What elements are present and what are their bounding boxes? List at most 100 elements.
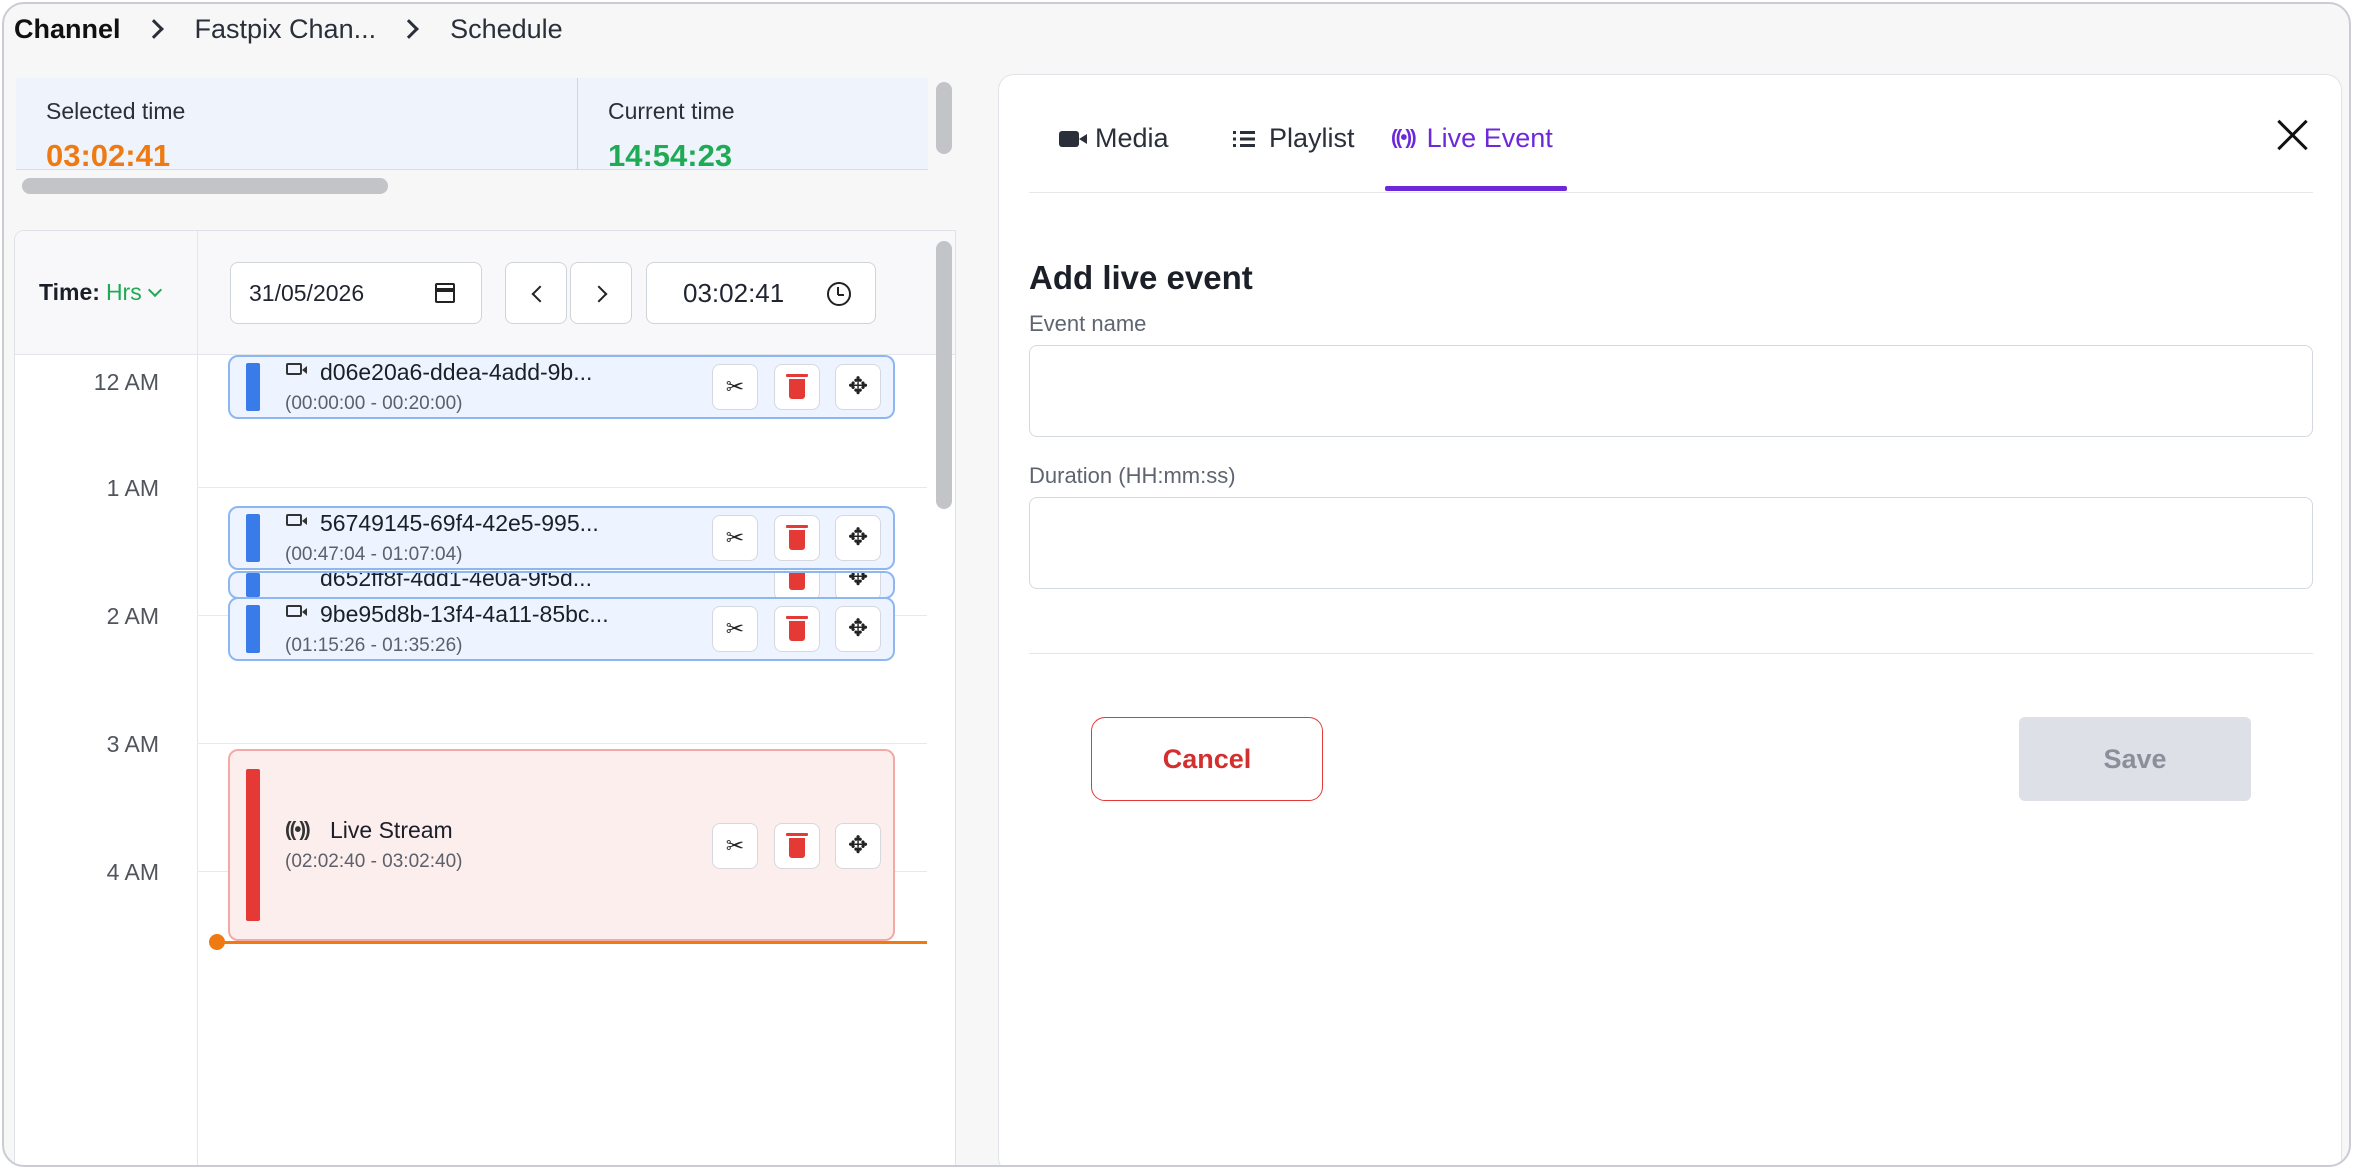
event-title: Live Stream [330, 817, 453, 843]
schedule-event[interactable]: d652ff8f-4dd1-4e0a-9f5d... ✥ [228, 571, 895, 599]
move-icon: ✥ [847, 615, 869, 642]
move-icon: ✥ [847, 832, 869, 859]
selected-time-cell: Selected time 03:02:41 [16, 78, 578, 173]
schedule-event[interactable]: 9be95d8b-13f4-4a11-85bc... (01:15:26 - 0… [228, 597, 895, 661]
trash-icon [789, 573, 805, 590]
live-stream-event[interactable]: ((•)) Live Stream (02:02:40 - 03:02:40) … [228, 749, 895, 941]
time-picker-input[interactable]: 03:02:41 [646, 262, 876, 324]
breadcrumb-channel-name[interactable]: Fastpix Chan... [195, 14, 377, 45]
cut-button[interactable]: ✂ [712, 364, 758, 410]
current-time-value: 14:54:23 [608, 138, 733, 173]
tab-media[interactable]: Media [1059, 123, 1169, 154]
event-time-range: (02:02:40 - 03:02:40) [285, 851, 463, 872]
scissors-icon: ✂ [725, 374, 745, 399]
date-picker-input[interactable]: 31/05/2026 [230, 262, 482, 324]
calendar-icon[interactable] [435, 283, 455, 303]
hour-label: 4 AM [106, 859, 159, 885]
timeline: 12 AM 1 AM 2 AM 3 AM 4 AM d06e20a6-ddea-… [15, 355, 927, 1165]
hour-gridline [197, 487, 927, 488]
vertical-scrollbar-top[interactable] [936, 82, 952, 154]
event-title: d652ff8f-4dd1-4e0a-9f5d... [320, 571, 592, 591]
hour-gridline [197, 743, 927, 744]
schedule-event[interactable]: d06e20a6-ddea-4add-9b... (00:00:00 - 00:… [228, 355, 895, 419]
save-button[interactable]: Save [2019, 717, 2251, 801]
delete-button[interactable] [774, 573, 820, 597]
date-value: 31/05/2026 [249, 279, 365, 306]
delete-button[interactable] [774, 364, 820, 410]
form-title: Add live event [1029, 259, 1253, 296]
hour-label: 12 AM [93, 369, 159, 395]
move-button[interactable]: ✥ [835, 571, 881, 597]
list-icon [1233, 130, 1255, 147]
move-button[interactable]: ✥ [835, 606, 881, 652]
tab-media-label: Media [1095, 123, 1169, 153]
video-icon [286, 363, 307, 375]
selected-time-indicator [211, 941, 927, 944]
video-icon [286, 514, 307, 526]
selected-time-dot [209, 934, 225, 950]
tab-playlist-label: Playlist [1269, 123, 1355, 153]
current-time-cell: Current time 14:54:23 [578, 78, 928, 173]
selected-time-value: 03:02:41 [46, 138, 171, 173]
breadcrumb-channel[interactable]: Channel [14, 14, 121, 45]
event-title: 56749145-69f4-42e5-995... [320, 510, 599, 536]
trash-icon [786, 616, 808, 641]
event-color-bar [246, 573, 260, 597]
vertical-scrollbar[interactable] [936, 241, 952, 509]
chevron-right-icon [399, 19, 419, 39]
scissors-icon: ✂ [725, 833, 745, 858]
event-time-range: (00:47:04 - 01:07:04) [285, 544, 463, 565]
hour-label: 2 AM [106, 603, 159, 629]
duration-input[interactable] [1029, 497, 2313, 589]
gutter-line [197, 355, 198, 1165]
move-button[interactable]: ✥ [835, 515, 881, 561]
app-window: Channel Fastpix Chan... Schedule Selecte… [2, 2, 2351, 1167]
event-time-range: (01:15:26 - 01:35:26) [285, 635, 463, 656]
add-content-panel: Media Playlist ((•)) Live Event Add live… [998, 74, 2342, 1165]
scissors-icon: ✂ [725, 616, 745, 641]
move-icon: ✥ [847, 373, 869, 400]
breadcrumb-schedule: Schedule [450, 13, 563, 44]
cut-button[interactable]: ✂ [712, 606, 758, 652]
move-button[interactable]: ✥ [835, 364, 881, 410]
chevron-left-icon [531, 285, 549, 303]
close-icon[interactable] [2273, 115, 2313, 155]
hour-label: 1 AM [106, 475, 159, 501]
event-color-bar [246, 769, 260, 921]
cancel-button[interactable]: Cancel [1091, 717, 1323, 801]
horizontal-scrollbar[interactable] [22, 178, 388, 194]
tab-bar: Media Playlist ((•)) Live Event [1029, 75, 2313, 193]
delete-button[interactable] [774, 823, 820, 869]
event-color-bar [246, 605, 260, 653]
move-button[interactable]: ✥ [835, 823, 881, 869]
previous-day-button[interactable] [505, 262, 567, 324]
move-icon: ✥ [847, 524, 869, 551]
tab-live-event-label: Live Event [1426, 123, 1553, 153]
move-icon: ✥ [847, 571, 869, 591]
schedule-event[interactable]: 56749145-69f4-42e5-995... (00:47:04 - 01… [228, 506, 895, 570]
selected-time-label: Selected time [46, 98, 186, 124]
tab-playlist[interactable]: Playlist [1233, 123, 1355, 154]
delete-button[interactable] [774, 606, 820, 652]
clock-icon[interactable] [827, 282, 851, 306]
event-name-input[interactable] [1029, 345, 2313, 437]
tab-live-event[interactable]: ((•)) Live Event [1391, 123, 1553, 154]
chevron-right-icon [590, 285, 608, 303]
cut-button[interactable]: ✂ [712, 515, 758, 561]
current-time-label: Current time [608, 98, 735, 124]
breadcrumb: Channel Fastpix Chan... Schedule [14, 10, 563, 48]
event-color-bar [246, 514, 260, 562]
event-name-label: Event name [1029, 311, 1147, 336]
event-time-range: (00:00:00 - 00:20:00) [285, 393, 463, 414]
cut-button[interactable]: ✂ [712, 823, 758, 869]
chevron-right-icon [143, 19, 164, 39]
event-color-bar [246, 363, 260, 411]
delete-button[interactable] [774, 515, 820, 561]
active-tab-indicator [1385, 186, 1567, 191]
next-day-button[interactable] [570, 262, 632, 324]
time-unit-selector[interactable]: Time: Hrs [39, 279, 162, 306]
schedule-toolbar: Time: Hrs 31/05/2026 03:02:41 [15, 231, 955, 355]
event-title: 9be95d8b-13f4-4a11-85bc... [320, 601, 609, 627]
video-camera-icon [1059, 130, 1087, 147]
broadcast-icon: ((•)) [285, 819, 311, 841]
